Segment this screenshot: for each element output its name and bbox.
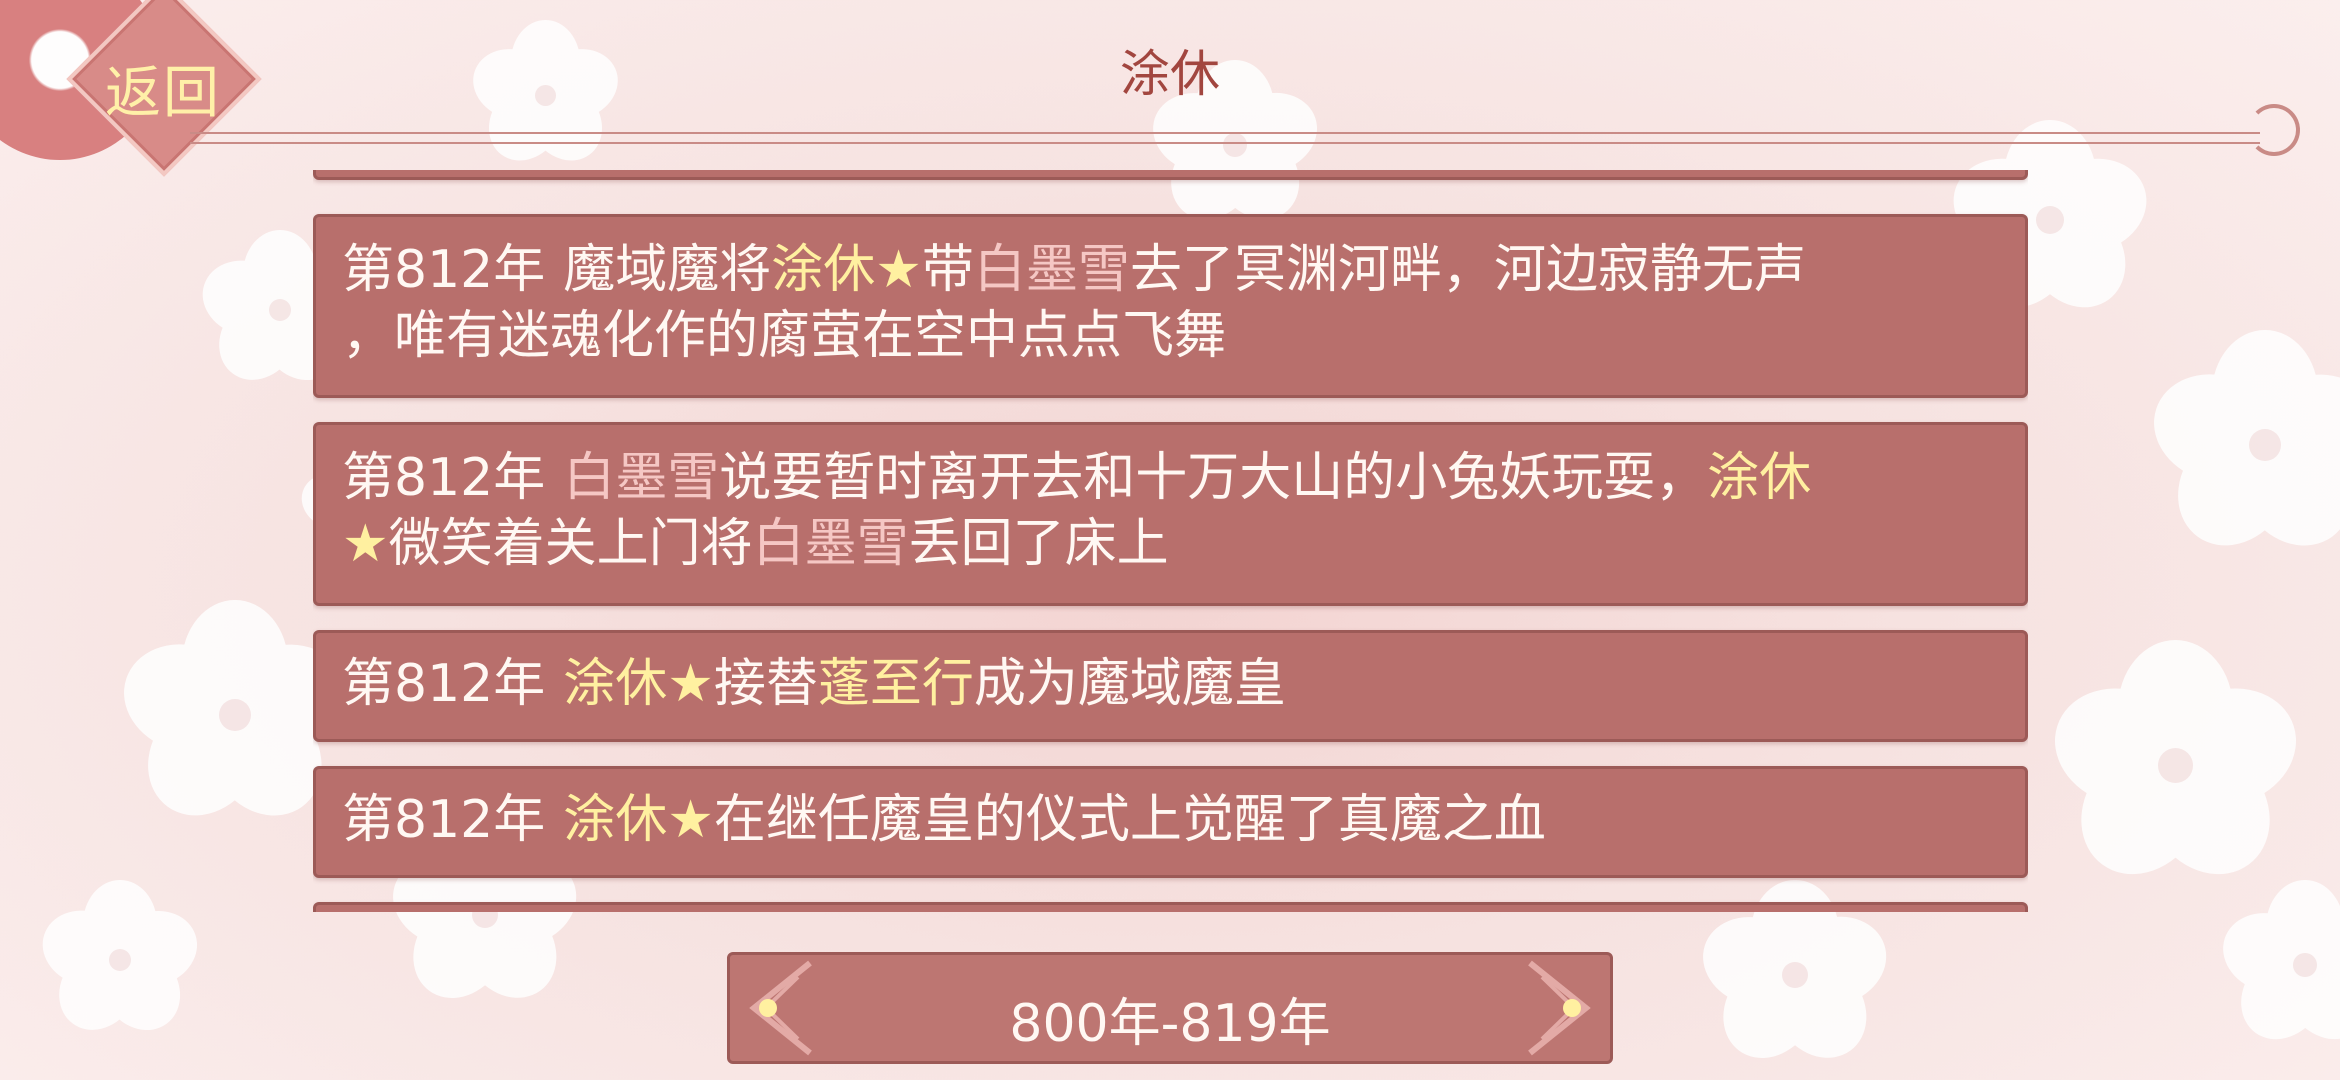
period-label: 800年-819年	[1009, 994, 1331, 1054]
event-year: 第812年	[342, 790, 546, 850]
event-text-segment: 带	[921, 240, 974, 300]
event-text-segment: 在继任魔皇的仪式上觉醒了真魔之血	[713, 790, 1546, 850]
event-list[interactable]: 第812年 魔域魔将涂休★带白墨雪去了冥渊河畔，河边寂静无声 ，唯有迷魂化作的腐萤在…	[313, 170, 2028, 912]
highlight-name: 涂休★	[563, 654, 714, 714]
event-card: 第812年 白墨雪说要暂时离开去和十万大山的小兔妖玩耍，涂休 ★微笑着关上门将白墨雪…	[313, 422, 2028, 606]
highlight-name: 蓬至行	[817, 654, 974, 714]
event-text: 涂休★在继任魔皇的仪式上觉醒了真魔之血	[563, 790, 1546, 850]
event-card: 第812年 涂休★在继任魔皇的仪式上觉醒了真魔之血	[313, 766, 2028, 878]
highlight-character: 白墨雪	[752, 514, 909, 574]
event-text-segment: 魔域魔将	[563, 240, 772, 300]
event-text-segment: 去了冥渊河畔，河边寂静无声	[1129, 240, 1806, 300]
title-divider	[190, 132, 2260, 144]
event-text-segment: 微笑着关上门将	[388, 514, 753, 574]
highlight-character: 白墨雪	[973, 240, 1130, 300]
event-text: 白墨雪说要暂时离开去和十万大山的小兔妖玩耍，涂休 ★微笑着关上门将白墨雪丢回了床上	[342, 448, 1811, 574]
event-text-segment: 成为魔域魔皇	[973, 654, 1286, 714]
event-text-segment: 说要暂时离开去和十万大山的小兔妖玩耍，	[719, 448, 1708, 508]
event-year: 第812年	[342, 240, 546, 300]
event-card: 第812年 涂休★接替蓬至行成为魔域魔皇	[313, 630, 2028, 742]
highlight-name: ★	[342, 514, 389, 574]
period-selector[interactable]: 800年-819年	[727, 952, 1613, 1064]
event-year: 第812年	[342, 654, 546, 714]
highlight-character: 白墨雪	[563, 448, 720, 508]
event-text: 涂休★接替蓬至行成为魔域魔皇	[563, 654, 1286, 714]
flower-decoration	[33, 880, 207, 1046]
highlight-name: 涂休★	[771, 240, 922, 300]
curl-ornament-icon	[2248, 104, 2300, 156]
chevron-right-icon[interactable]	[1520, 955, 1600, 1061]
flower-decoration	[2139, 330, 2340, 568]
event-card-partial-bottom	[313, 902, 2028, 912]
flower-decoration	[2212, 880, 2340, 1056]
highlight-name: 涂休★	[563, 790, 714, 850]
page-title: 涂休	[1120, 45, 1220, 103]
event-year: 第812年	[342, 448, 546, 508]
event-text-segment: 丢回了床上	[908, 514, 1169, 574]
event-text: 魔域魔将涂休★带白墨雪去了冥渊河畔，河边寂静无声 ，唯有迷魂化作的腐萤在空中点点飞…	[342, 240, 1806, 366]
event-card-partial-top	[313, 170, 2028, 180]
flower-decoration	[2039, 640, 2311, 899]
event-card: 第812年 魔域魔将涂休★带白墨雪去了冥渊河畔，河边寂静无声 ，唯有迷魂化作的腐萤在…	[313, 214, 2028, 398]
highlight-name: 涂休	[1707, 448, 1812, 508]
event-text-segment: ，唯有迷魂化作的腐萤在空中点点飞舞	[342, 306, 1227, 366]
event-text-segment: 接替	[713, 654, 818, 714]
